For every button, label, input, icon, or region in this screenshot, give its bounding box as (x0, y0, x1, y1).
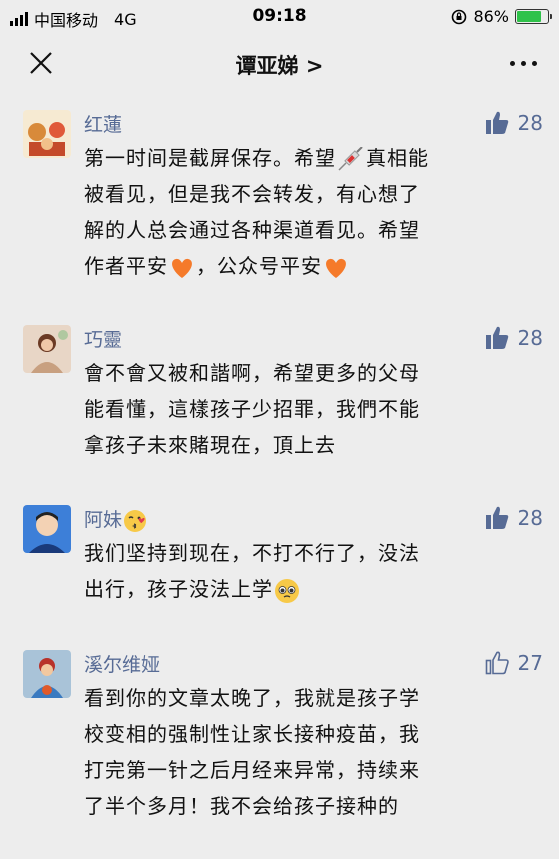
comment-author-text: 阿妹 (84, 509, 123, 531)
thumbs-up-filled-icon (485, 506, 508, 529)
comment-line: 我们坚持到现在，不打不行了，没法 (84, 541, 420, 565)
avatar[interactable] (23, 110, 71, 158)
comment-line: 校变相的强制性让家长接种疫苗，我 (84, 722, 420, 746)
comment-line: 看到你的文章太晚了，我就是孩子学 (84, 686, 420, 710)
comment-line: 作者平安 (84, 254, 168, 278)
battery-icon (515, 9, 552, 24)
comment-line: 會不會又被和諧啊，希望更多的父母 (84, 361, 420, 385)
thumbs-up-filled-icon (485, 111, 508, 134)
comment-text: 第一时间是截屏保存。希望 真相能 被看见，但是我不会转发，有心想了 解的人总会通过… (84, 140, 524, 284)
thumbs-up-outline-icon (485, 651, 509, 675)
like-count: 28 (517, 506, 543, 530)
comment-line: 第一时间是截屏保存。希望 (84, 146, 336, 170)
like-button[interactable]: 28 (484, 110, 543, 136)
thumbs-up-filled-icon (485, 326, 508, 349)
orange-heart-icon (172, 258, 192, 278)
comment-text: 會不會又被和諧啊，希望更多的父母 能看懂，這樣孩子少招罪，我們不能 拿孩子未來賭… (84, 355, 524, 463)
syringe-icon (338, 146, 363, 171)
like-button[interactable]: 28 (484, 505, 543, 531)
like-count: 27 (517, 651, 543, 675)
kiss-emoji-icon (124, 509, 147, 532)
like-button[interactable]: 27 (484, 650, 543, 676)
comment-line: 能看懂，這樣孩子少招罪，我們不能 (84, 397, 420, 421)
battery-fill (517, 11, 542, 22)
avatar[interactable] (23, 325, 71, 373)
comment-text: 看到你的文章太晚了，我就是孩子学 校变相的强制性让家长接种疫苗，我 打完第一针之… (84, 680, 524, 824)
comment-line: 了半个多月！我不会给孩子接种的 (84, 794, 399, 818)
comment-text: 我们坚持到现在，不打不行了，没法 出行，孩子没法上学 (84, 535, 524, 607)
avatar[interactable] (23, 650, 71, 698)
comment-author[interactable]: 红蓮 (84, 110, 122, 137)
pleading-face-icon (275, 578, 299, 603)
like-count: 28 (517, 326, 543, 350)
comment-line: 真相能 (366, 146, 429, 170)
comment-author[interactable]: 阿妹 (84, 505, 148, 534)
more-options-icon[interactable] (510, 61, 537, 66)
comment-line: 出行，孩子没法上学 (84, 577, 273, 601)
battery-percent: 86% (473, 7, 509, 26)
orientation-lock-icon (452, 9, 467, 24)
comment-line: 拿孩子未來賭現在，頂上去 (84, 433, 336, 457)
comment-line: 被看见，但是我不会转发，有心想了 (84, 182, 420, 206)
avatar[interactable] (23, 505, 71, 553)
comment-author[interactable]: 巧靈 (84, 325, 122, 352)
like-button[interactable]: 28 (484, 325, 543, 351)
nav-bar: 谭亚娣 > (0, 34, 559, 92)
page-title[interactable]: 谭亚娣 > (0, 50, 559, 80)
like-count: 28 (517, 111, 543, 135)
orange-heart-icon (326, 258, 346, 278)
comment-line: 解的人总会通过各种渠道看见。希望 (84, 218, 420, 242)
status-right: 86% (451, 7, 552, 26)
status-bar: 中国移动 4G 09:18 86% (0, 0, 559, 34)
comment-line: 打完第一针之后月经来异常，持续来 (84, 758, 420, 782)
comment-line: ，公众号平安 (196, 254, 322, 278)
comment-author[interactable]: 溪尔维娅 (84, 650, 160, 677)
